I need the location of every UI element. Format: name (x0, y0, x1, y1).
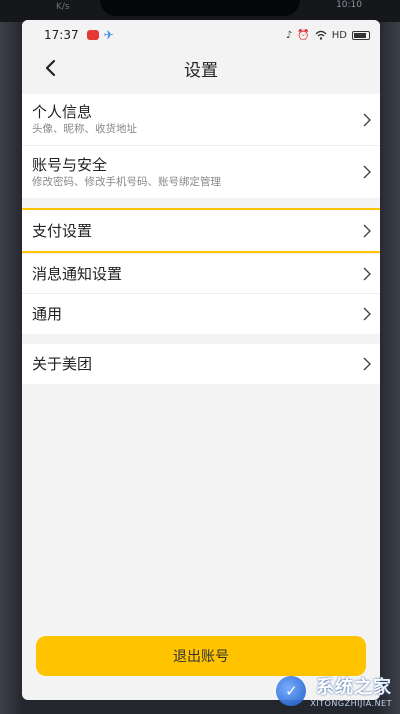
settings-item-personal-info[interactable]: 个人信息 头像、昵称、收货地址 (22, 94, 380, 146)
alarm-icon: ⏰ (297, 29, 310, 41)
phone-frame: K/s 10:10 17:37 ✈ ♪ ⏰ HD 设置 个人信息 头像、昵称、收… (0, 0, 400, 714)
settings-item-about[interactable]: 关于美团 (22, 344, 380, 384)
watermark-text: 系统之家 XITONGZHIJIA.NET (310, 673, 392, 708)
settings-group-about: 关于美团 (22, 344, 380, 384)
settings-item-title: 账号与安全 (32, 155, 108, 174)
do-not-disturb-icon: ♪ (285, 29, 293, 41)
chevron-left-icon (45, 59, 56, 77)
settings-group-account: 个人信息 头像、昵称、收货地址 账号与安全 修改密码、修改手机号码、账号绑定管理 (22, 94, 380, 198)
settings-item-account-security[interactable]: 账号与安全 修改密码、修改手机号码、账号绑定管理 (22, 146, 380, 198)
settings-item-notifications[interactable]: 消息通知设置 (22, 254, 380, 294)
chevron-right-icon (363, 307, 371, 321)
phone-screen: 17:37 ✈ ♪ ⏰ HD 设置 个人信息 头像、昵称、收货地址 账号与安全 … (22, 20, 380, 700)
status-time: 17:37 (44, 28, 79, 42)
bezel-speed-text: K/s (56, 2, 70, 12)
phone-notch (100, 0, 300, 16)
app-header: 设置 (22, 50, 380, 86)
bezel-time-text: 10:10 (336, 0, 362, 10)
settings-group-general: 支付设置 消息通知设置 通用 (22, 208, 380, 334)
chevron-right-icon (363, 224, 371, 237)
watermark: ✓ 系统之家 XITONGZHIJIA.NET (276, 673, 392, 708)
back-button[interactable] (36, 54, 64, 82)
hd-label: HD (331, 29, 347, 41)
settings-item-subtitle: 修改密码、修改手机号码、账号绑定管理 (32, 175, 221, 188)
status-icons: ♪ ⏰ HD (286, 30, 370, 41)
battery-icon (352, 30, 370, 40)
logout-label: 退出账号 (173, 649, 229, 665)
notification-badge-icon (86, 30, 99, 40)
settings-item-subtitle: 头像、昵称、收货地址 (32, 123, 137, 135)
settings-item-title: 通用 (32, 305, 63, 323)
page-title: 设置 (184, 60, 218, 81)
wifi-icon (315, 30, 327, 40)
app-notification-icon: ✈ (103, 28, 114, 42)
chevron-right-icon (363, 357, 371, 371)
settings-item-payment[interactable]: 支付设置 (22, 208, 380, 254)
watermark-subtitle: XITONGZHIJIA.NET (310, 699, 392, 708)
settings-item-title: 关于美团 (32, 355, 93, 373)
phone-bezel: K/s 10:10 (0, 0, 400, 22)
chevron-right-icon (363, 113, 371, 126)
chevron-right-icon (363, 165, 371, 179)
watermark-title: 系统之家 (316, 677, 392, 698)
chevron-right-icon (363, 267, 371, 280)
settings-item-title: 个人信息 (32, 103, 93, 121)
watermark-logo-icon: ✓ (276, 675, 307, 706)
status-bar: 17:37 ✈ ♪ ⏰ HD (22, 20, 380, 50)
logout-button[interactable]: 退出账号 (36, 636, 366, 676)
settings-item-title: 支付设置 (32, 221, 93, 240)
settings-item-title: 消息通知设置 (32, 264, 123, 283)
settings-item-general[interactable]: 通用 (22, 294, 380, 334)
